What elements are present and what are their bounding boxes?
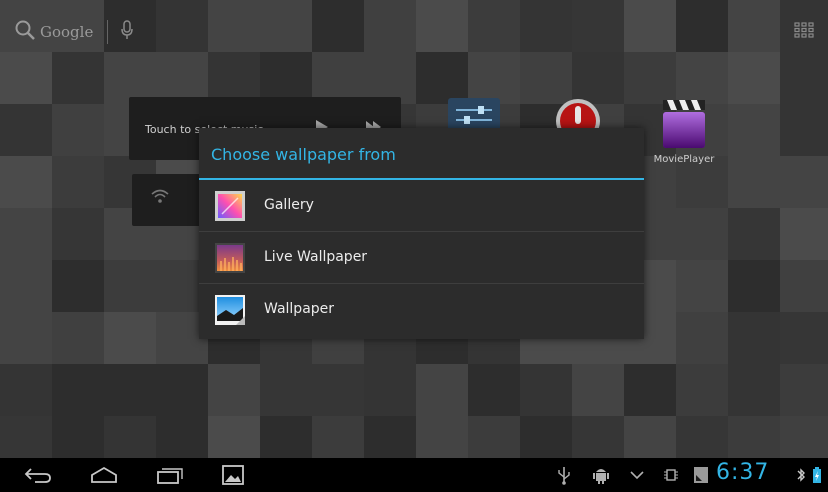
- apps-grid-icon[interactable]: [794, 22, 814, 42]
- back-icon[interactable]: [18, 458, 58, 492]
- system-navigation-bar: 6:37: [0, 458, 828, 492]
- wallpaper-icon: [214, 294, 246, 326]
- movieplayer-app[interactable]: MoviePlayer: [651, 98, 717, 168]
- screen: Google Touch to select music: [0, 0, 828, 492]
- bluetooth-icon: [794, 458, 808, 492]
- dialog-title: Choose wallpaper from: [199, 128, 644, 180]
- screenshot-icon[interactable]: [216, 458, 250, 492]
- home-icon[interactable]: [84, 458, 124, 492]
- clapperboard-icon: [661, 98, 707, 154]
- option-wallpaper-label: Wallpaper: [264, 301, 335, 317]
- wifi-icon[interactable]: [150, 188, 170, 208]
- live-wallpaper-icon: [214, 242, 246, 274]
- gallery-icon: [214, 190, 246, 222]
- wifi-widget[interactable]: [132, 174, 202, 226]
- android-debug-icon: [590, 458, 612, 492]
- option-gallery[interactable]: Gallery: [199, 180, 644, 232]
- recent-apps-icon[interactable]: [150, 458, 190, 492]
- usb-icon: [554, 458, 574, 492]
- search-icon[interactable]: [14, 19, 36, 45]
- option-live-wallpaper[interactable]: Live Wallpaper: [199, 232, 644, 284]
- clock[interactable]: 6:37: [716, 460, 769, 485]
- chip-icon: [660, 458, 682, 492]
- option-live-wallpaper-label: Live Wallpaper: [264, 249, 368, 265]
- chevron-down-icon[interactable]: [626, 458, 648, 492]
- movieplayer-label: MoviePlayer: [653, 154, 715, 165]
- choose-wallpaper-dialog: Choose wallpaper from Gallery Live Wallp…: [199, 128, 644, 339]
- battery-charging-icon: [810, 458, 824, 492]
- option-wallpaper[interactable]: Wallpaper: [199, 284, 644, 336]
- option-gallery-label: Gallery: [264, 197, 314, 213]
- sdcard-icon: [690, 458, 712, 492]
- google-label: Google: [40, 23, 94, 41]
- search-divider: [107, 20, 109, 44]
- google-search-bar[interactable]: Google: [14, 18, 134, 46]
- mic-icon[interactable]: [120, 19, 134, 45]
